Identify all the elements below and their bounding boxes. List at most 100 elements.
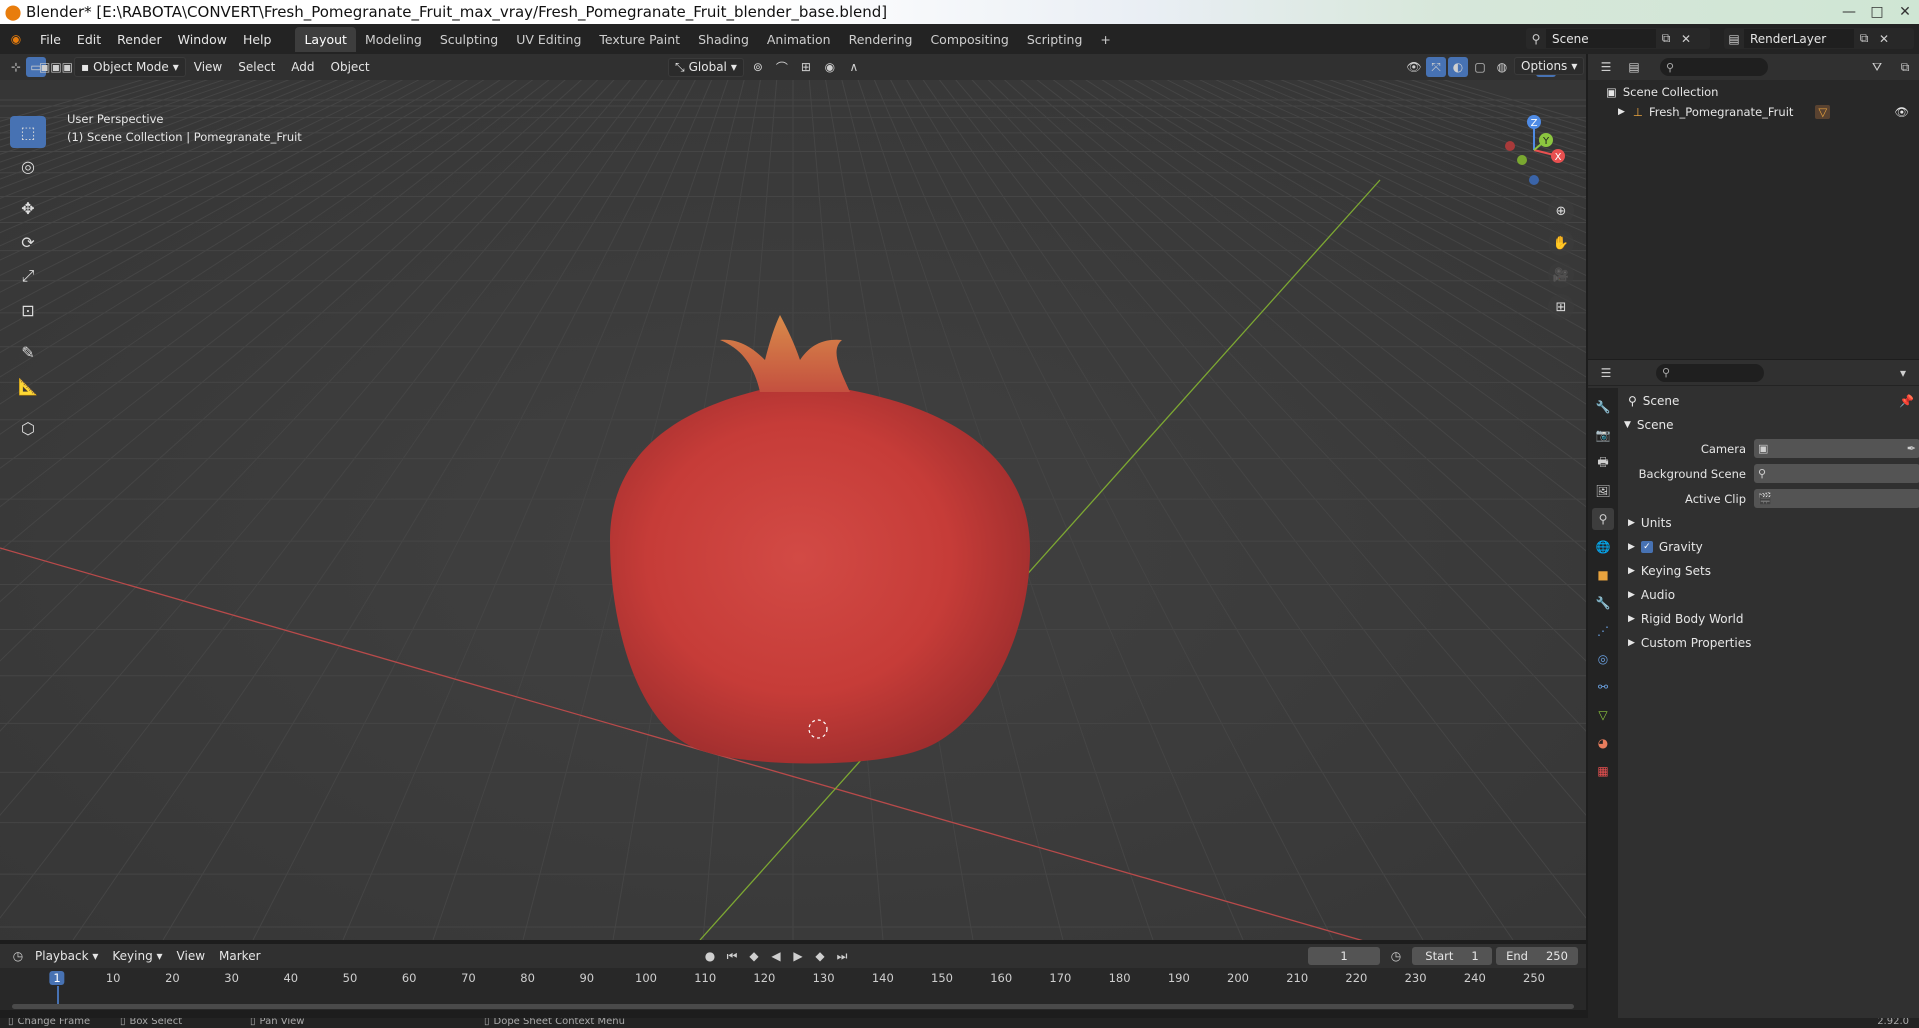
minimize-button[interactable]: — (1835, 0, 1863, 24)
menu-marker[interactable]: Marker (212, 949, 267, 963)
modifier-icon[interactable]: ▽ (1815, 105, 1831, 119)
tab-uv-editing[interactable]: UV Editing (507, 27, 590, 52)
navigation-gizmo[interactable]: Z X Y (1494, 110, 1574, 190)
menu-help[interactable]: Help (235, 32, 280, 47)
menu-add[interactable]: Add (283, 60, 322, 74)
pivot-icon[interactable]: ⊚ (748, 57, 768, 77)
constraints-tab-icon[interactable]: ⚯ (1592, 676, 1614, 698)
menu-view[interactable]: View (186, 60, 230, 74)
wireframe-shading-icon[interactable]: ◍ (1492, 57, 1512, 77)
gravity-panel[interactable]: ▶ ✓ Gravity (1624, 535, 1919, 559)
active-clip-field[interactable]: 🎬 (1754, 489, 1919, 508)
editor-type-icon[interactable]: ☰ (1596, 363, 1616, 383)
menu-render[interactable]: Render (109, 32, 170, 47)
end-frame-field[interactable]: End 250 (1496, 947, 1578, 965)
editor-type-icon[interactable]: ⊹ (6, 57, 26, 77)
select-box-tool-icon[interactable]: ⬚ (10, 116, 46, 148)
audio-panel[interactable]: ▶ Audio (1624, 583, 1919, 607)
prev-keyframe-icon[interactable]: ◆ (744, 946, 764, 966)
timeline-scrollbar[interactable] (12, 1004, 1574, 1009)
outliner-row-object[interactable]: ▶ ⊥ Fresh_Pomegranate_Fruit ▽ 👁 (1588, 102, 1919, 122)
texture-tab-icon[interactable]: ▦ (1592, 760, 1614, 782)
snap-target-icon[interactable]: ⊞ (796, 57, 816, 77)
tab-sculpting[interactable]: Sculpting (431, 27, 507, 52)
tab-scripting[interactable]: Scripting (1018, 27, 1092, 52)
scene-tab-icon[interactable]: ⚲ (1592, 508, 1614, 530)
snap-icon[interactable]: ⌒ (772, 57, 792, 77)
physics-tab-icon[interactable]: ◎ (1592, 648, 1614, 670)
scene-icon[interactable]: ⚲ (1526, 29, 1546, 49)
menu-object[interactable]: Object (323, 60, 378, 74)
rigid-body-world-panel[interactable]: ▶ Rigid Body World (1624, 607, 1919, 631)
particles-tab-icon[interactable]: ⋰ (1592, 620, 1614, 642)
current-frame-field[interactable]: 1 (1308, 947, 1380, 965)
rotate-tool-icon[interactable]: ⟳ (10, 226, 46, 258)
gizmo-toggle-icon[interactable]: ⤧ (1426, 57, 1446, 77)
eyedropper-icon[interactable]: ✒ (1907, 442, 1916, 455)
falloff-icon[interactable]: ∧ (844, 57, 864, 77)
outliner-row-scene-collection[interactable]: ▣ Scene Collection (1588, 82, 1919, 102)
view-layer-tab-icon[interactable]: 🖼 (1592, 480, 1614, 502)
renderlayer-field[interactable] (1744, 29, 1854, 48)
eye-icon[interactable]: 👁 (1894, 105, 1909, 119)
cursor-tool-icon[interactable]: ◎ (10, 150, 46, 182)
timeline[interactable]: 1 10 20 30 40 50 60 70 80 90 100 110 120 130 140 150 160… (0, 968, 1586, 1010)
keying-sets-panel[interactable]: ▶ Keying Sets (1624, 559, 1919, 583)
pan-hand-icon[interactable]: ✋ (1548, 230, 1574, 256)
renderlayer-icon[interactable]: ▤ (1724, 29, 1744, 49)
selection-mode-icons[interactable]: ▣▣▣ (39, 57, 73, 77)
gravity-checkbox[interactable]: ✓ (1640, 541, 1653, 553)
add-cube-tool-icon[interactable]: ⬡ (10, 412, 46, 444)
scene-panel-header[interactable]: ▼ Scene (1624, 414, 1919, 436)
maximize-button[interactable]: □ (1863, 0, 1891, 24)
proportional-edit-icon[interactable]: ◉ (820, 57, 840, 77)
next-keyframe-icon[interactable]: ◆ (810, 946, 830, 966)
menu-select[interactable]: Select (230, 60, 283, 74)
menu-window[interactable]: Window (170, 32, 235, 47)
xray-icon[interactable]: ▢ (1470, 57, 1490, 77)
start-frame-field[interactable]: Start 1 (1412, 947, 1492, 965)
data-tab-icon[interactable]: ▽ (1592, 704, 1614, 726)
zoom-icon[interactable]: ⊕ (1548, 198, 1574, 224)
pin-icon[interactable]: 📌 (1899, 394, 1914, 408)
world-tab-icon[interactable]: 🌐 (1592, 536, 1614, 558)
tab-rendering[interactable]: Rendering (840, 27, 922, 52)
transform-tool-icon[interactable]: ⊡ (10, 294, 46, 326)
scale-tool-icon[interactable]: ⤢ (10, 260, 46, 292)
menu-timeline-view[interactable]: View (170, 949, 212, 963)
tab-modeling[interactable]: Modeling (356, 27, 431, 52)
preview-range-icon[interactable]: ◷ (1386, 946, 1406, 966)
modifier-tab-icon[interactable]: 🔧 (1592, 592, 1614, 614)
display-mode-icon[interactable]: ▤ (1624, 57, 1644, 77)
output-tab-icon[interactable]: 🖶 (1592, 452, 1614, 474)
editor-type-icon[interactable]: ☰ (1596, 57, 1616, 77)
camera-field[interactable]: ▣ ✒ (1754, 439, 1919, 458)
blender-menu-icon[interactable]: ◉ (6, 29, 26, 49)
object-tab-icon[interactable]: ■ (1592, 564, 1614, 586)
menu-edit[interactable]: Edit (69, 32, 109, 47)
new-collection-icon[interactable]: ⧉ (1895, 57, 1915, 77)
pomegranate-object[interactable] (550, 310, 1070, 810)
custom-properties-panel[interactable]: ▶ Custom Properties (1624, 631, 1919, 655)
render-tab-icon[interactable]: 📷 (1592, 424, 1614, 446)
ortho-grid-icon[interactable]: ⊞ (1548, 294, 1574, 320)
tab-animation[interactable]: Animation (758, 27, 840, 52)
add-workspace-icon[interactable]: + (1091, 27, 1119, 52)
measure-tool-icon[interactable]: 📐 (10, 370, 46, 402)
record-icon[interactable]: ● (700, 946, 720, 966)
delete-renderlayer-icon[interactable]: ✕ (1874, 29, 1894, 49)
units-panel[interactable]: ▶ Units (1624, 511, 1919, 535)
delete-scene-icon[interactable]: ✕ (1676, 29, 1696, 49)
chevron-down-icon[interactable]: ▾ (1893, 363, 1913, 383)
play-reverse-icon[interactable]: ◀ (766, 946, 786, 966)
3d-viewport[interactable]: User Perspective (1) Scene Collection | … (0, 80, 1586, 940)
jump-start-icon[interactable]: ⏮ (722, 946, 742, 966)
menu-file[interactable]: File (32, 32, 69, 47)
tab-shading[interactable]: Shading (689, 27, 758, 52)
duplicate-scene-icon[interactable]: ⧉ (1656, 29, 1676, 49)
overlay-toggle-icon[interactable]: ◐ (1448, 57, 1468, 77)
material-tab-icon[interactable]: ◕ (1592, 732, 1614, 754)
visibility-icon[interactable]: 👁 (1404, 57, 1424, 77)
close-button[interactable]: ✕ (1891, 0, 1919, 24)
move-tool-icon[interactable]: ✥ (10, 192, 46, 224)
